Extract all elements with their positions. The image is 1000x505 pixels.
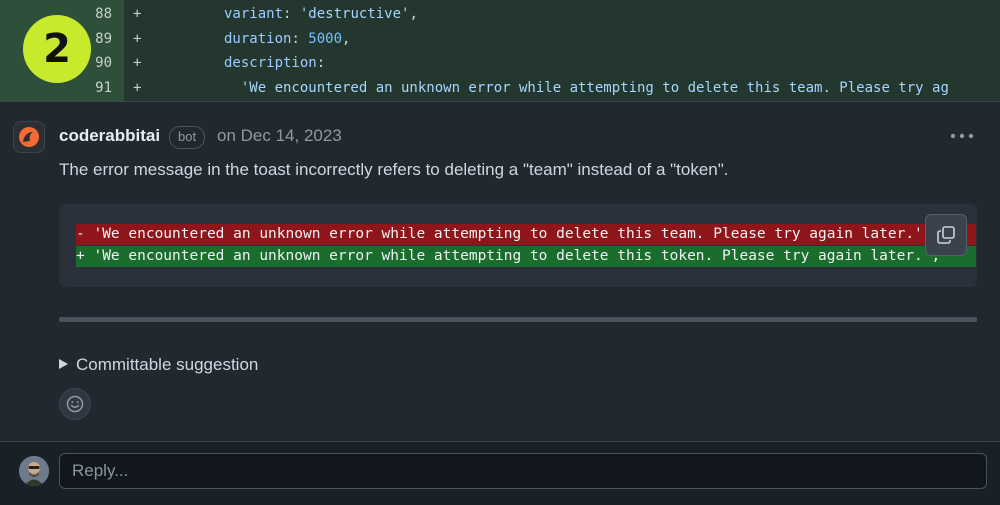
user-photo-icon <box>19 456 49 486</box>
rabbit-logo-icon <box>19 127 39 147</box>
code-value: 'We encountered an unknown error while a… <box>224 80 949 96</box>
line-number: 88 <box>95 6 112 22</box>
comment-author[interactable]: coderabbitai <box>59 126 160 146</box>
code-value: 'destructive' <box>299 6 410 22</box>
diff-sign: + <box>133 80 142 96</box>
step-badge: 2 <box>23 15 91 83</box>
diff-sign: + <box>133 55 142 71</box>
code-line: duration: 5000, <box>224 27 350 52</box>
diff-line: 89 + duration: 5000, <box>0 27 1000 52</box>
triangle-right-icon <box>59 358 68 369</box>
code-value: 5000 <box>308 31 343 47</box>
code-line: variant: 'destructive', <box>224 2 418 27</box>
diff-hunk: 88 + variant: 'destructive', 89 + durati… <box>0 0 1000 101</box>
reply-input[interactable] <box>59 453 987 489</box>
code-line: description: <box>224 51 325 76</box>
scroll-divider <box>59 317 977 322</box>
comment-date[interactable]: on Dec 14, 2023 <box>217 126 342 146</box>
diff-sign: + <box>133 31 142 47</box>
diff-line: 90 + description: <box>0 51 1000 76</box>
committable-suggestion-toggle[interactable]: Committable suggestion <box>59 355 258 375</box>
copy-button[interactable] <box>925 214 967 256</box>
code-punct: : <box>283 6 300 22</box>
diff-line: 91 + 'We encountered an unknown error wh… <box>0 76 1000 101</box>
code-key: duration <box>224 31 292 47</box>
code-punct: : <box>316 55 326 71</box>
kebab-horizontal-icon[interactable] <box>949 126 975 146</box>
smiley-icon <box>66 395 84 413</box>
code-punct: : <box>291 31 309 47</box>
user-avatar[interactable] <box>19 456 49 486</box>
committable-label: Committable suggestion <box>76 355 259 374</box>
code-punct: , <box>342 31 351 47</box>
coderabbit-avatar[interactable] <box>13 121 45 153</box>
divider <box>0 101 1000 102</box>
copy-icon <box>937 226 955 244</box>
code-key: description <box>224 55 317 71</box>
code-key: variant <box>224 6 284 22</box>
comment-body: The error message in the toast incorrect… <box>59 160 729 179</box>
diff-sign: + <box>133 6 142 22</box>
code-punct: , <box>409 6 418 22</box>
add-reaction-button[interactable] <box>59 388 91 420</box>
diff-line: 88 + variant: 'destructive', <box>0 2 1000 27</box>
removed-line: - 'We encountered an unknown error while… <box>76 224 976 245</box>
code-line: 'We encountered an unknown error while a… <box>224 76 949 101</box>
bot-badge: bot <box>169 126 206 149</box>
suggestion-block: - 'We encountered an unknown error while… <box>59 204 977 287</box>
added-line: + 'We encountered an unknown error while… <box>76 246 976 267</box>
line-number: 91 <box>95 80 112 96</box>
